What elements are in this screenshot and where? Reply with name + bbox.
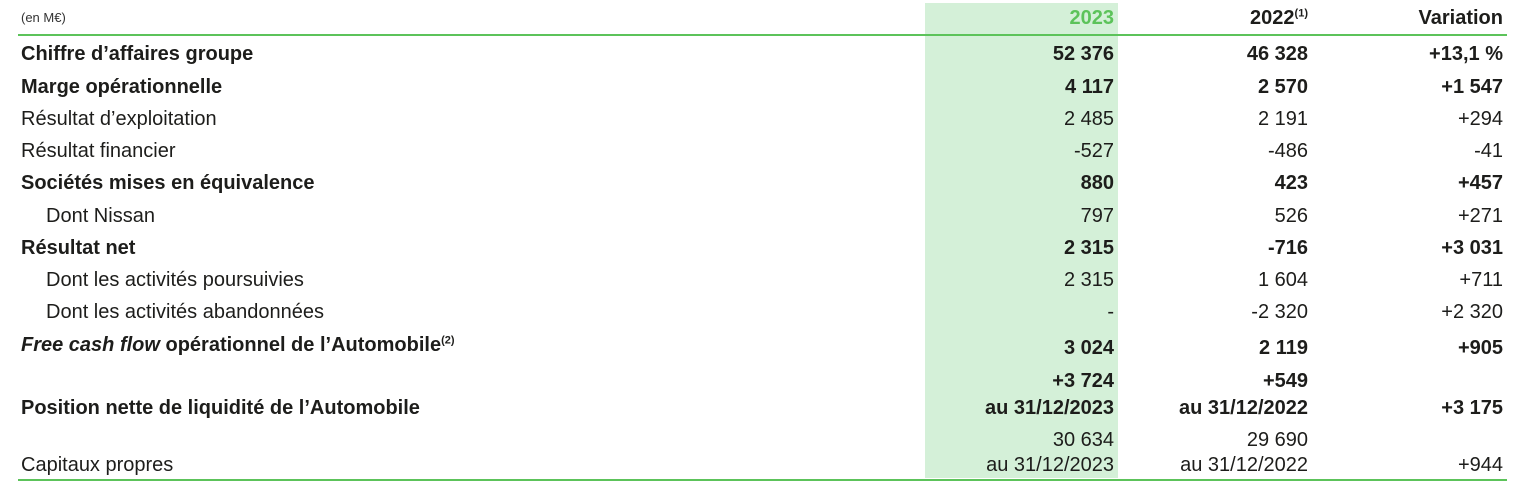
value-variation: +271 — [1457, 205, 1503, 227]
value-2022: 2 191 — [1257, 108, 1308, 130]
footer-rule — [18, 479, 1507, 481]
row-label-rest: opérationnel de l’Automobile — [159, 334, 442, 356]
value-variation: +905 — [1457, 337, 1503, 359]
value-2022: -716 — [1267, 237, 1308, 259]
value-2023: 4 117 — [1065, 76, 1114, 98]
row-label: Résultat net — [21, 237, 136, 259]
value-2023-date: au 31/12/2023 — [986, 454, 1114, 476]
value-2022: -2 320 — [1251, 301, 1308, 323]
value-2022: 2 119 — [1259, 337, 1308, 359]
value-2023: 3 024 — [1063, 337, 1114, 359]
value-2023: - — [1107, 301, 1114, 323]
row-label: Free cash flow opérationnel de l’Automob… — [21, 334, 455, 357]
value-2022: 526 — [1274, 205, 1308, 227]
row-label-italic: Free cash flow — [21, 334, 160, 356]
value-2022: +549 — [1262, 370, 1308, 392]
row-label: Dont les activités poursuivies — [46, 269, 304, 291]
value-2022: 46 328 — [1246, 43, 1308, 65]
header-rule — [18, 34, 1507, 36]
value-2022-date: au 31/12/2022 — [1179, 397, 1308, 419]
value-variation: +2 320 — [1441, 301, 1503, 323]
value-variation: +13,1 % — [1429, 43, 1503, 65]
value-2023: 2 315 — [1063, 269, 1114, 291]
value-2022-date: au 31/12/2022 — [1180, 454, 1308, 476]
row-label: Dont Nissan — [46, 205, 155, 227]
value-2022: 1 604 — [1257, 269, 1308, 291]
footnote-marker: (2) — [441, 334, 455, 347]
value-2022: 2 570 — [1257, 76, 1308, 98]
column-header-2022-text: 2022 — [1250, 7, 1295, 29]
value-2023: 2 485 — [1063, 108, 1114, 130]
value-2023: 30 634 — [1052, 429, 1114, 451]
value-2023: -527 — [1073, 140, 1114, 162]
row-label: Résultat d’exploitation — [21, 108, 217, 130]
row-label: Marge opérationnelle — [21, 76, 223, 98]
value-2023: +3 724 — [1052, 370, 1114, 392]
value-variation: +944 — [1457, 454, 1503, 476]
value-variation: +3 031 — [1441, 237, 1503, 259]
value-variation: +3 175 — [1441, 397, 1503, 419]
value-variation: +1 547 — [1441, 76, 1503, 98]
value-variation: +457 — [1457, 172, 1503, 194]
value-2022: 29 690 — [1246, 429, 1308, 451]
column-header-variation: Variation — [1418, 7, 1503, 29]
value-variation: +294 — [1457, 108, 1503, 130]
row-label: Sociétés mises en équivalence — [21, 172, 315, 194]
row-label: Capitaux propres — [21, 454, 174, 476]
row-label: Position nette de liquidité de l’Automob… — [21, 397, 420, 419]
value-2023: 2 315 — [1063, 237, 1114, 259]
value-2022: -486 — [1267, 140, 1308, 162]
row-label: Résultat financier — [21, 140, 176, 162]
value-2023-date: au 31/12/2023 — [985, 397, 1114, 419]
column-header-2022: 2022(1) — [1250, 7, 1308, 30]
value-2023: 880 — [1080, 172, 1114, 194]
value-variation: -41 — [1474, 140, 1503, 162]
value-2023: 52 376 — [1052, 43, 1114, 65]
value-2022: 423 — [1274, 172, 1308, 194]
unit-label: (en M€) — [21, 10, 66, 25]
column-header-2023: 2023 — [1069, 7, 1115, 29]
value-variation: +711 — [1459, 269, 1503, 291]
value-2023: 797 — [1080, 205, 1114, 227]
footnote-marker: (1) — [1294, 7, 1308, 20]
row-label: Dont les activités abandonnées — [46, 301, 324, 323]
row-label: Chiffre d’affaires groupe — [21, 43, 254, 65]
